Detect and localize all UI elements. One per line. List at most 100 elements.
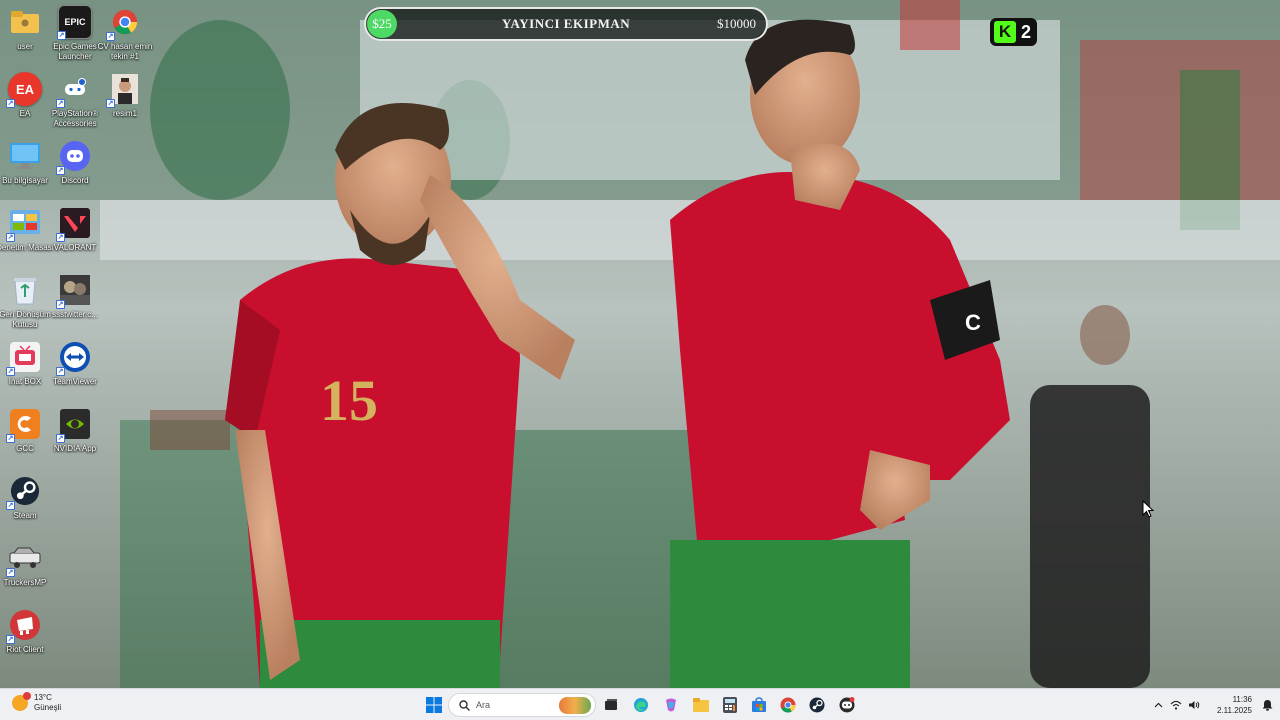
desktop-icon-nvidia[interactable]: ↗ NVIDIA App [47, 407, 103, 454]
folder-icon [8, 5, 42, 39]
shortcut-arrow-icon: ↗ [56, 367, 65, 376]
desktop-icon-teamviewer[interactable]: ↗ TeamViewer [47, 340, 103, 387]
desktop-wallpaper: 15 C [0, 0, 1280, 688]
search-placeholder: Ara [476, 700, 491, 710]
svg-text:15: 15 [320, 368, 378, 433]
taskbar-clock[interactable]: 11:36 2.11.2025 [1217, 694, 1252, 716]
notifications-button[interactable] [1258, 694, 1276, 716]
volume-button[interactable] [1185, 694, 1203, 716]
control-panel-icon: ↗ [6, 206, 42, 242]
shortcut-arrow-icon: ↗ [56, 233, 65, 242]
desktop-icon-discord[interactable]: ↗ Discord [47, 139, 103, 186]
desktop-icon-label: resim1 [112, 109, 137, 118]
task-view-button[interactable] [600, 694, 622, 716]
epic-games-icon: EPIC ↗ [57, 5, 92, 40]
chrome-button[interactable] [777, 694, 799, 716]
desktop-icon-label: ssstwitter.c... [52, 310, 98, 319]
desktop-icon-label: Discord [61, 176, 89, 185]
shortcut-arrow-icon: ↗ [56, 166, 65, 175]
chevron-up-icon [1154, 702, 1162, 708]
steam-icon [809, 697, 825, 713]
video-file-icon: ↗ [56, 273, 92, 309]
computer-icon [8, 139, 42, 173]
photo-icon: ↗ [106, 72, 142, 108]
shortcut-arrow-icon: ↗ [6, 635, 15, 644]
speaker-icon [1189, 701, 1200, 709]
donation-goal-banner: $25 YAYINCI EKIPMAN $10000 [364, 7, 768, 41]
calculator-icon [723, 697, 737, 713]
shortcut-arrow-icon: ↗ [6, 99, 15, 108]
desktop-icon-photo[interactable]: ↗ resim1 [97, 72, 153, 119]
playstation-icon: ↗ [56, 72, 92, 108]
inat-box-icon: ↗ [6, 340, 42, 376]
search-icon [459, 699, 470, 711]
clock-time: 11:36 [1232, 695, 1252, 704]
nvidia-icon: ↗ [56, 407, 92, 443]
shortcut-arrow-icon: ↗ [6, 568, 15, 577]
desktop-icon-riot-client[interactable]: ↗ Riot Client [0, 608, 53, 655]
recycle-bin-icon [8, 273, 42, 307]
discord-icon: ↗ [56, 139, 92, 175]
desktop-icon-valorant[interactable]: ↗ VALORANT [47, 206, 103, 253]
file-explorer-button[interactable] [690, 694, 712, 716]
shortcut-arrow-icon: ↗ [106, 32, 115, 41]
desktop-icon-label: CV hasan emin tekin #1 [97, 42, 153, 61]
copilot-icon [666, 698, 676, 712]
sun-icon [12, 692, 31, 711]
shortcut-arrow-icon: ↗ [56, 99, 65, 108]
chrome-icon: ↗ [106, 5, 142, 41]
chrome-icon [780, 697, 796, 713]
desktop-icon-label: Steam [13, 511, 37, 520]
wifi-button[interactable] [1167, 694, 1185, 716]
svg-text:C: C [965, 310, 981, 335]
shortcut-arrow-icon: ↗ [6, 367, 15, 376]
desktop-icon-playstation[interactable]: ↗ PlayStation® Accessories [47, 72, 103, 129]
donation-goal-amount: $10000 [717, 16, 756, 31]
wifi-icon [1170, 700, 1182, 710]
clock-date: 2.11.2025 [1217, 706, 1252, 715]
start-button[interactable] [423, 694, 445, 716]
edge-button[interactable] [630, 694, 652, 716]
search-highlight-icon [559, 697, 591, 714]
desktop-icon-chrome[interactable]: ↗ CV hasan emin tekin #1 [97, 5, 153, 62]
teamviewer-icon: ↗ [56, 340, 92, 376]
discord-button[interactable] [836, 694, 858, 716]
kick-viewer-count: 2 [1021, 21, 1032, 42]
store-button[interactable] [748, 694, 770, 716]
notification-dot-icon [23, 692, 31, 700]
donation-goal-title: YAYINCI EKIPMAN [501, 16, 631, 31]
desktop-icon-recycle-bin[interactable]: Geri Dönüşüm Kutusu [0, 273, 53, 330]
ea-icon: EA ↗ [6, 72, 42, 108]
kick-viewer-badge: K 2 [990, 18, 1038, 46]
truckersmp-icon: ↗ [6, 541, 42, 577]
shortcut-arrow-icon: ↗ [6, 501, 15, 510]
windows-start-icon [426, 697, 442, 713]
show-hidden-icons-button[interactable] [1149, 694, 1167, 716]
calculator-button[interactable] [719, 694, 741, 716]
edge-icon [634, 698, 648, 712]
desktop-icon-label: TeamViewer [53, 377, 97, 386]
valorant-icon: ↗ [56, 206, 92, 242]
file-explorer-icon [693, 698, 709, 712]
system-tray: 11:36 2.11.2025 [1149, 689, 1280, 720]
desktop-icon-label: Riot Client [6, 645, 44, 654]
taskbar-search-input[interactable]: Ara [448, 693, 596, 717]
riot-client-icon: ↗ [6, 608, 42, 644]
desktop-icon-truckersmp[interactable]: ↗ TruckersMP [0, 541, 53, 588]
shortcut-arrow-icon: ↗ [6, 233, 15, 242]
steam-button[interactable] [806, 694, 828, 716]
mouse-cursor-icon [1142, 499, 1155, 523]
shortcut-arrow-icon: ↗ [56, 300, 65, 309]
gcc-icon: ↗ [6, 407, 42, 443]
desktop-icon-steam[interactable]: ↗ Steam [0, 474, 53, 521]
weather-widget[interactable]: 13°C Güneşli [12, 692, 61, 713]
weather-temperature: 13°C [34, 693, 52, 702]
kick-logo-icon: K [994, 21, 1016, 43]
discord-icon [839, 697, 855, 713]
task-view-icon [605, 699, 617, 710]
steam-icon: ↗ [6, 474, 42, 510]
desktop-icon-label: NVIDIA App [53, 444, 97, 453]
shortcut-arrow-icon: ↗ [56, 434, 65, 443]
copilot-button[interactable] [660, 694, 682, 716]
desktop-icon-video-file[interactable]: ↗ ssstwitter.c... [47, 273, 103, 320]
